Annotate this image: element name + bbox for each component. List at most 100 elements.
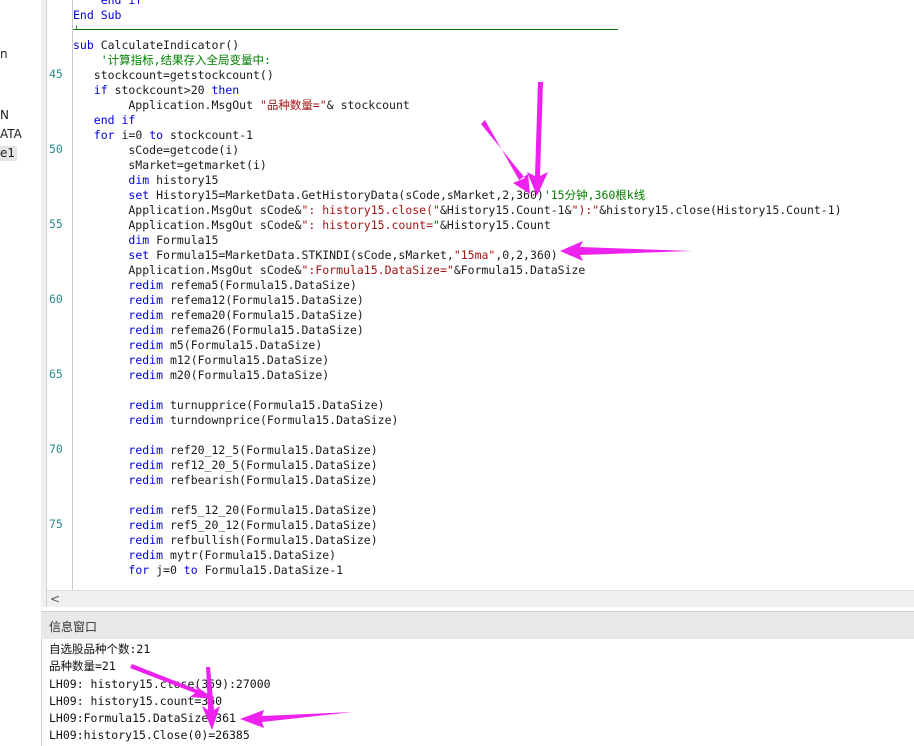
code-text: Formula15 bbox=[156, 233, 219, 247]
code-line[interactable]: for j=0 to Formula15.DataSize-1 bbox=[73, 563, 343, 578]
code-text: ,0,2,360) bbox=[495, 248, 558, 262]
horizontal-scrollbar[interactable]: < bbox=[47, 590, 914, 608]
code-keyword: redim bbox=[128, 503, 170, 517]
code-line[interactable]: redim ref20_12_5(Formula15.DataSize) bbox=[73, 443, 377, 458]
line-number: 55 bbox=[49, 217, 63, 231]
line-number: 65 bbox=[49, 367, 63, 381]
code-text: stockcount=getstockcount() bbox=[73, 68, 274, 82]
code-keyword: redim bbox=[128, 443, 170, 457]
code-text: stockcount>20 bbox=[114, 83, 212, 97]
code-text: sMarket=getmarket(i) bbox=[73, 158, 267, 172]
code-string: ":Formula15.DataSize=" bbox=[301, 263, 454, 277]
code-line[interactable]: redim refbearish(Formula15.DataSize) bbox=[73, 473, 377, 488]
code-line[interactable]: redim ref5_20_12(Formula15.DataSize) bbox=[73, 518, 377, 533]
code-text: refema26(Formula15.DataSize) bbox=[169, 323, 364, 337]
code-line[interactable]: '计算指标,结果存入全局变量中: bbox=[73, 53, 271, 68]
code-line[interactable]: End Sub bbox=[73, 8, 121, 23]
code-line[interactable]: Application.MsgOut "品种数量="& stockcount bbox=[73, 98, 410, 113]
code-string: "品种数量=" bbox=[259, 98, 327, 112]
code-keyword: redim bbox=[128, 338, 170, 352]
code-line[interactable]: redim mytr(Formula15.DataSize) bbox=[73, 548, 336, 563]
code-line[interactable]: redim ref12_20_5(Formula15.DataSize) bbox=[73, 458, 378, 473]
code-keyword: end if bbox=[73, 0, 143, 7]
code-line[interactable]: redim turndownprice(Formula15.DataSize) bbox=[73, 413, 398, 428]
code-text: turndownprice(Formula15.DataSize) bbox=[169, 413, 399, 427]
info-panel-header: 信息窗口 bbox=[41, 611, 914, 640]
code-line[interactable]: sCode=getcode(i) bbox=[73, 143, 239, 158]
code-line[interactable]: redim refema5(Formula15.DataSize) bbox=[73, 278, 356, 293]
scroll-left-icon[interactable]: < bbox=[50, 591, 60, 608]
code-string: "15ma" bbox=[453, 248, 496, 262]
code-keyword: redim bbox=[128, 323, 170, 337]
code-comment: '15分钟,360根k线 bbox=[543, 188, 646, 202]
code-text: Application.MsgOut bbox=[73, 98, 260, 112]
code-text: & stockcount bbox=[326, 98, 410, 112]
code-keyword: for bbox=[128, 563, 157, 577]
code-line[interactable]: for i=0 to stockcount-1 bbox=[73, 128, 253, 143]
code-keyword: redim bbox=[128, 518, 170, 532]
code-text: Formula15.DataSize-1 bbox=[204, 563, 344, 577]
sidebar-item-selected[interactable]: e1 bbox=[0, 146, 18, 161]
code-keyword: then bbox=[211, 83, 240, 97]
code-line[interactable]: redim refema26(Formula15.DataSize) bbox=[73, 323, 364, 338]
code-line[interactable]: dim history15 bbox=[73, 173, 218, 188]
code-line[interactable]: set History15=MarketData.GetHistoryData(… bbox=[73, 188, 645, 203]
code-string: ": history15.close(" bbox=[301, 203, 440, 217]
code-line[interactable]: sMarket=getmarket(i) bbox=[73, 158, 267, 173]
code-line[interactable]: Application.MsgOut sCode&": history15.co… bbox=[73, 218, 550, 233]
code-keyword: dim bbox=[128, 233, 157, 247]
sidebar-item[interactable]: N bbox=[0, 108, 9, 123]
code-text: History15=MarketData.GetHistoryData(sCod… bbox=[156, 188, 544, 202]
code-keyword: to bbox=[149, 128, 170, 142]
code-line[interactable]: redim m12(Formula15.DataSize) bbox=[73, 353, 329, 368]
code-text: &history15.close(History15.Count-1) bbox=[599, 203, 842, 217]
code-line[interactable]: redim refema20(Formula15.DataSize) bbox=[73, 308, 363, 323]
code-line[interactable]: end if bbox=[73, 113, 136, 128]
output-line: LH09: history15.close(359):27000 bbox=[49, 677, 271, 691]
code-keyword: for bbox=[93, 128, 122, 142]
code-line[interactable]: dim Formula15 bbox=[73, 233, 218, 248]
code-keyword: to bbox=[183, 563, 205, 577]
code-keyword: redim bbox=[128, 473, 170, 487]
sidebar-item[interactable]: n bbox=[0, 47, 8, 62]
code-text: refema12(Formula15.DataSize) bbox=[169, 293, 364, 307]
code-line[interactable]: redim refbullish(Formula15.DataSize) bbox=[73, 533, 377, 548]
code-line[interactable]: stockcount=getstockcount() bbox=[73, 68, 274, 83]
sidebar-item[interactable]: ATA bbox=[0, 127, 22, 142]
code-line[interactable]: end if bbox=[73, 0, 143, 8]
code-line[interactable]: set Formula15=MarketData.STKINDI(sCode,s… bbox=[73, 248, 558, 263]
code-line[interactable]: Application.MsgOut sCode&": history15.cl… bbox=[73, 203, 842, 218]
code-line[interactable]: sub CalculateIndicator() bbox=[73, 38, 239, 53]
code-editor[interactable]: end if End Sub ' sub CalculateIndicator() '… bbox=[73, 0, 914, 590]
code-text: m20(Formula15.DataSize) bbox=[169, 368, 330, 382]
code-line[interactable]: redim ref5_12_20(Formula15.DataSize) bbox=[73, 503, 377, 518]
code-line[interactable]: Application.MsgOut sCode&":Formula15.Dat… bbox=[73, 263, 585, 278]
code-keyword: dim bbox=[128, 173, 157, 187]
output-line: LH09:history15.Close(0)=26385 bbox=[49, 728, 250, 742]
code-keyword: redim bbox=[128, 308, 170, 322]
code-keyword: redim bbox=[128, 458, 170, 472]
code-line[interactable]: ' bbox=[73, 23, 80, 38]
code-line[interactable]: redim m5(Formula15.DataSize) bbox=[73, 338, 322, 353]
code-keyword: sub bbox=[73, 38, 101, 52]
line-number: 75 bbox=[49, 517, 63, 531]
code-line[interactable]: redim m20(Formula15.DataSize) bbox=[73, 368, 329, 383]
code-keyword: set bbox=[128, 188, 157, 202]
info-output[interactable]: 自选股品种个数:21 品种数量=21 LH09: history15.close… bbox=[41, 639, 914, 746]
code-text: ref12_20_5(Formula15.DataSize) bbox=[169, 458, 378, 472]
code-line[interactable]: redim refema12(Formula15.DataSize) bbox=[73, 293, 364, 308]
code-string: ": history15.count=" bbox=[301, 218, 440, 232]
line-number: 60 bbox=[49, 292, 63, 306]
code-line[interactable]: if stockcount>20 then bbox=[73, 83, 239, 98]
code-line[interactable]: redim turnupprice(Formula15.DataSize) bbox=[73, 398, 384, 413]
